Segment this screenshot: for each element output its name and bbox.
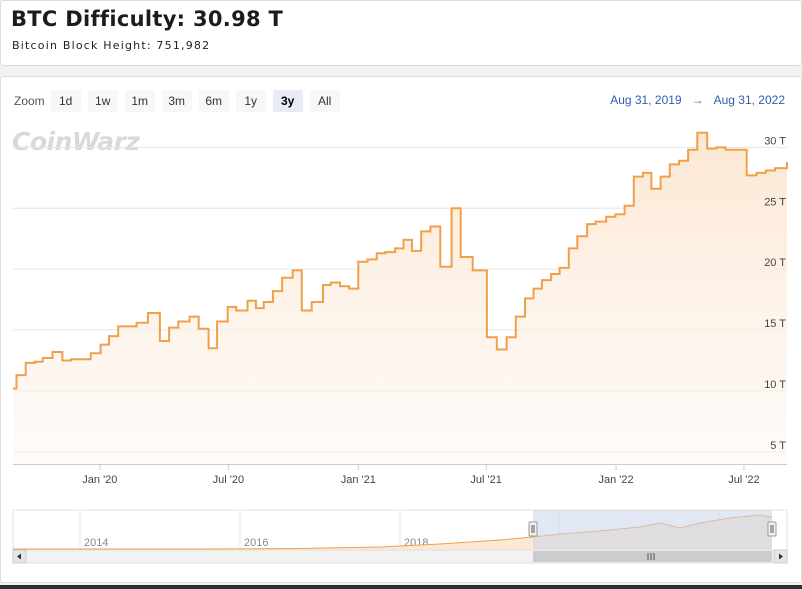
navigator-handle[interactable] <box>528 521 538 537</box>
x-tick-label: Jan '20 <box>82 474 117 486</box>
page-title: BTC Difficulty: 30.98 T <box>11 7 284 31</box>
y-tick-label: 10 T <box>764 379 786 391</box>
bottom-strip <box>0 585 802 589</box>
navigator: 20142016201820202022 <box>12 509 788 564</box>
navigator-tick-label: 2016 <box>244 537 268 549</box>
y-tick-label: 25 T <box>764 196 786 208</box>
navigator-handle[interactable] <box>767 521 777 537</box>
scrollbar-thumb[interactable] <box>533 551 772 562</box>
header-card: BTC Difficulty: 30.98 T Bitcoin Block He… <box>0 0 802 66</box>
difficulty-area <box>13 132 787 464</box>
navigator-selection <box>533 510 772 550</box>
y-tick-label: 15 T <box>764 318 786 330</box>
difficulty-chart: 5 T10 T15 T20 T25 T30 T Jan '20 Jul '20 Ja… <box>12 131 788 564</box>
x-tick-label: Jul '21 <box>470 474 501 486</box>
x-tick-label: Jan '22 <box>599 474 634 486</box>
block-height-subtitle: Bitcoin Block Height: 751,982 <box>12 39 211 52</box>
area-layer <box>13 131 788 464</box>
x-tick-label: Jul '22 <box>728 474 759 486</box>
y-tick-label: 5 T <box>770 440 786 452</box>
y-tick-label: 30 T <box>764 135 786 147</box>
navigator-tick-label: 2014 <box>84 537 108 549</box>
x-axis: Jan '20 Jul '20 Jan '21 Jul '21 Jan '22 Jul '… <box>13 464 787 486</box>
y-tick-label: 20 T <box>764 257 786 269</box>
x-tick-label: Jan '21 <box>341 474 376 486</box>
x-tick-label: Jul '20 <box>213 474 244 486</box>
